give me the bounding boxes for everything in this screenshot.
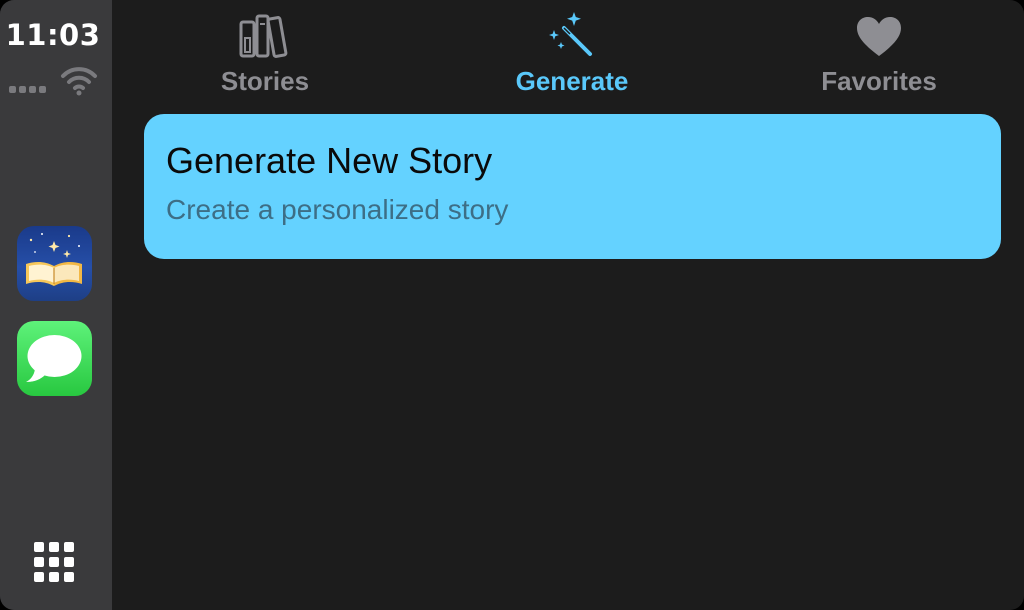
messages-app-icon[interactable] <box>17 321 92 396</box>
speech-bubble-icon <box>26 335 82 382</box>
generate-new-story-item[interactable]: Generate New Story Create a personalized… <box>144 114 1001 259</box>
app-grid-icon[interactable] <box>34 542 76 584</box>
carplay-screen: 11:03 Stories Generate Favorites Generat… <box>0 0 1024 610</box>
tab-generate[interactable]: Generate <box>492 0 652 108</box>
list-item-subtitle: Create a personalized story <box>166 194 509 225</box>
tab-bar: Stories Generate Favorites <box>112 0 1024 108</box>
heart-icon <box>857 17 901 56</box>
magic-wand-icon <box>549 12 592 56</box>
stories-app-icon[interactable] <box>17 226 92 301</box>
list-item-title: Generate New Story <box>166 140 493 181</box>
tab-favorites[interactable]: Favorites <box>799 0 959 108</box>
tab-favorites-label: Favorites <box>821 66 937 96</box>
tab-generate-label: Generate <box>515 66 629 96</box>
carplay-dock: 11:03 <box>0 0 112 610</box>
open-book-icon <box>26 233 82 286</box>
tab-stories[interactable]: Stories <box>185 0 345 108</box>
bookshelf-icon <box>239 14 288 58</box>
cellular-signal-icon <box>9 86 46 93</box>
wifi-icon <box>61 67 97 96</box>
status-time: 11:03 <box>5 18 101 52</box>
tab-stories-label: Stories <box>220 66 310 96</box>
